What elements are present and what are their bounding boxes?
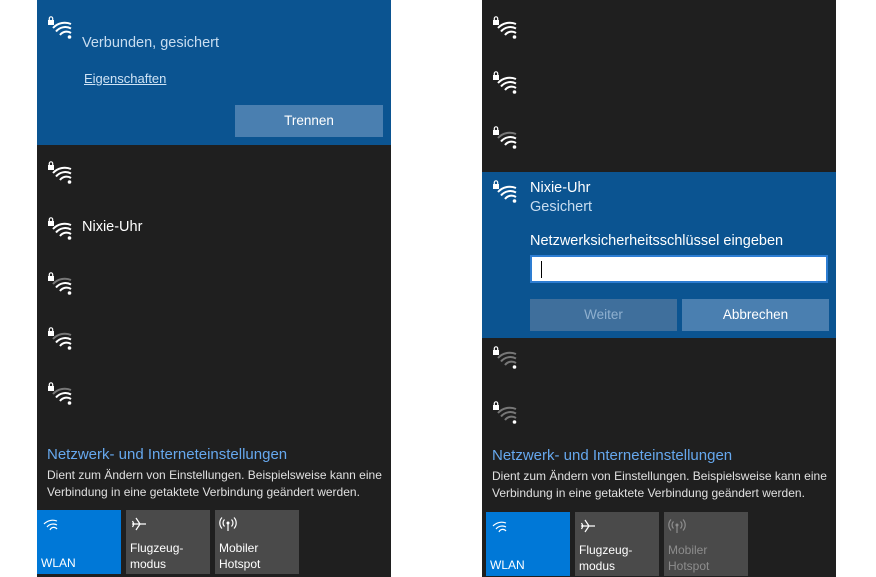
connection-status: Verbunden, gesichert (82, 35, 220, 51)
selected-network-item[interactable]: Nixie-Uhr Gesichert Netzwerksicherheitss… (482, 172, 836, 338)
network-settings-description: Dient zum Ändern von Einstellungen. Beis… (492, 469, 827, 500)
network-list-item[interactable] (37, 366, 391, 422)
cancel-button[interactable]: Abbrechen (682, 299, 829, 331)
airplane-icon (579, 517, 597, 535)
mobile-hotspot-tile[interactable]: Mobiler Hotspot (664, 512, 748, 576)
secured-wifi-weak-icon (47, 325, 73, 351)
secured-wifi-icon (47, 159, 73, 185)
secured-wifi-weak-icon (492, 124, 518, 150)
wifi-icon (490, 517, 508, 535)
secured-wifi-icon (492, 178, 518, 204)
network-settings-description: Dient zum Ändern von Einstellungen. Beis… (47, 468, 382, 499)
network-list-item[interactable] (482, 110, 836, 166)
network-name: Nixie-Uhr (82, 219, 143, 235)
secured-wifi-weak-icon (492, 344, 518, 370)
airplane-icon (130, 515, 148, 533)
network-list-item[interactable] (482, 385, 836, 441)
security-key-prompt: Netzwerksicherheitsschlüssel eingeben (530, 233, 784, 249)
tile-label: WLAN (41, 556, 76, 570)
security-key-input[interactable] (530, 255, 828, 283)
network-security-status: Gesichert (530, 199, 593, 215)
wlan-tile[interactable]: WLAN (37, 510, 121, 574)
network-list-item[interactable] (37, 145, 391, 201)
network-list-item[interactable] (37, 311, 391, 367)
tile-label: WLAN (490, 558, 525, 572)
network-list-item[interactable] (37, 256, 391, 312)
network-list-item-nixie-uhr[interactable]: Nixie-Uhr (37, 201, 391, 257)
secured-wifi-weak-icon (47, 380, 73, 406)
tile-label: Flugzeug-modus (579, 543, 633, 573)
wifi-flyout-left: Verbunden, gesichert Eigenschaften Trenn… (37, 0, 391, 577)
network-settings-link[interactable]: Netzwerk- und Interneteinstellungen (47, 446, 287, 463)
hotspot-icon (668, 517, 686, 535)
connected-network-item[interactable]: Verbunden, gesichert Eigenschaften Trenn… (37, 0, 391, 145)
text-caret (541, 261, 542, 278)
wifi-flyout-right: Nixie-Uhr Gesichert Netzwerksicherheitss… (482, 0, 836, 577)
airplane-mode-tile[interactable]: Flugzeug-modus (575, 512, 659, 576)
wifi-icon (41, 515, 59, 533)
hotspot-icon (219, 515, 237, 533)
network-name: Nixie-Uhr (530, 180, 591, 196)
secured-wifi-icon (492, 69, 518, 95)
tile-label: Flugzeug-modus (130, 541, 184, 571)
network-list-item[interactable] (482, 55, 836, 111)
mobile-hotspot-tile[interactable]: Mobiler Hotspot (215, 510, 299, 574)
next-button[interactable]: Weiter (530, 299, 677, 331)
tile-label: Mobiler Hotspot (668, 543, 710, 573)
wlan-tile[interactable]: WLAN (486, 512, 570, 576)
airplane-mode-tile[interactable]: Flugzeug-modus (126, 510, 210, 574)
network-list-item[interactable] (482, 0, 836, 56)
secured-wifi-weak-icon (492, 399, 518, 425)
secured-wifi-weak-icon (47, 270, 73, 296)
disconnect-button[interactable]: Trennen (235, 105, 383, 137)
secured-wifi-icon (492, 14, 518, 40)
secured-wifi-icon (47, 14, 73, 40)
tile-label: Mobiler Hotspot (219, 541, 261, 571)
network-settings-link[interactable]: Netzwerk- und Interneteinstellungen (492, 447, 732, 464)
secured-wifi-icon (47, 215, 73, 241)
properties-link[interactable]: Eigenschaften (84, 71, 166, 86)
network-list-item[interactable] (482, 330, 836, 386)
